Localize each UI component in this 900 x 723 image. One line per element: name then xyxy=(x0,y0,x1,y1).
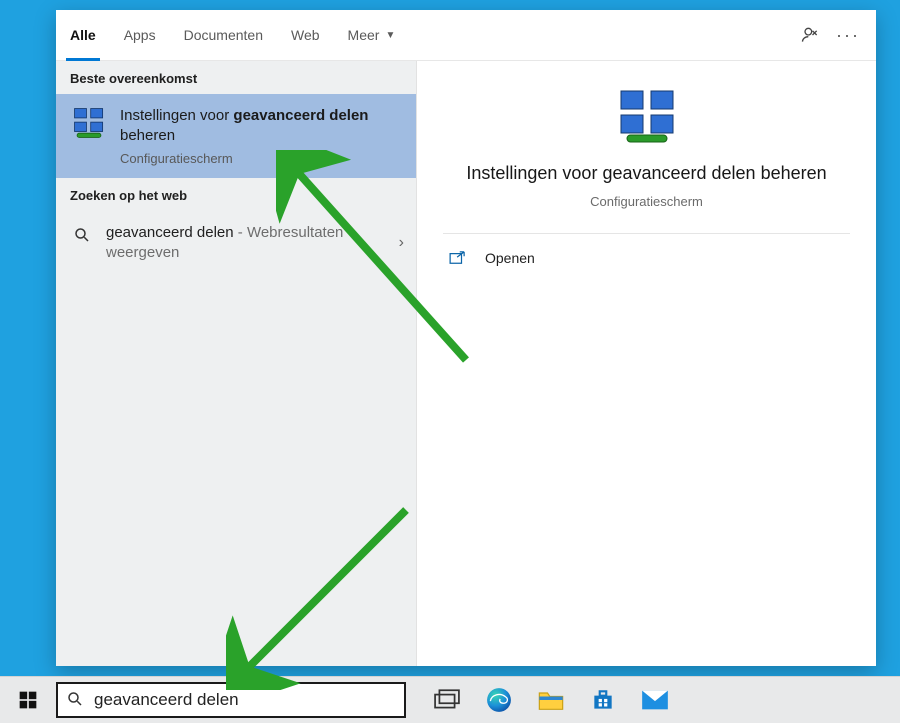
tab-documents[interactable]: Documenten xyxy=(170,10,277,60)
preview-title: Instellingen voor geavanceerd delen behe… xyxy=(466,163,826,184)
web-result-item[interactable]: geavanceerd delen - Webresultaten weerge… xyxy=(56,211,416,276)
edge-browser-icon[interactable] xyxy=(484,685,514,715)
search-icon xyxy=(72,225,92,245)
web-result-text: geavanceerd delen - Webresultaten weerge… xyxy=(106,223,385,264)
chevron-down-icon: ▼ xyxy=(385,30,395,41)
search-tabs: Alle Apps Documenten Web Meer ▼ xyxy=(56,10,409,60)
taskbar xyxy=(0,676,900,723)
file-explorer-icon[interactable] xyxy=(536,685,566,715)
desktop-background: Alle Apps Documenten Web Meer ▼ ··· xyxy=(0,0,900,723)
mail-icon[interactable] xyxy=(640,685,670,715)
action-open-label: Openen xyxy=(485,250,535,266)
tab-more[interactable]: Meer ▼ xyxy=(334,10,410,60)
preview-pane: Instellingen voor geavanceerd delen behe… xyxy=(417,61,876,666)
taskbar-search-input[interactable] xyxy=(92,689,396,711)
microsoft-store-icon[interactable] xyxy=(588,685,618,715)
network-sharing-icon xyxy=(72,106,106,140)
chevron-right-icon[interactable]: › xyxy=(399,234,404,252)
result-title: Instellingen voor geavanceerd delen behe… xyxy=(120,106,402,147)
open-icon xyxy=(449,251,467,265)
tab-all[interactable]: Alle xyxy=(56,10,110,60)
search-icon xyxy=(66,690,84,711)
taskbar-search-box[interactable] xyxy=(56,682,406,718)
preview-subtitle: Configuratiescherm xyxy=(590,194,703,209)
search-tabs-bar: Alle Apps Documenten Web Meer ▼ ··· xyxy=(56,10,876,61)
search-panel: Alle Apps Documenten Web Meer ▼ ··· xyxy=(56,10,876,666)
result-subtitle: Configuratiescherm xyxy=(120,151,402,166)
web-search-header: Zoeken op het web xyxy=(56,178,416,211)
best-match-header: Beste overeenkomst xyxy=(56,61,416,94)
action-open[interactable]: Openen xyxy=(443,234,850,282)
feedback-icon[interactable] xyxy=(798,23,822,47)
start-button[interactable] xyxy=(0,677,56,723)
more-options-icon[interactable]: ··· xyxy=(836,23,860,47)
task-view-icon[interactable] xyxy=(432,685,462,715)
network-sharing-icon xyxy=(617,89,677,145)
taskbar-pinned-apps xyxy=(406,677,670,723)
tab-web[interactable]: Web xyxy=(277,10,334,60)
result-advanced-sharing-settings[interactable]: Instellingen voor geavanceerd delen behe… xyxy=(56,94,416,178)
results-pane: Beste overeenkomst Instelling xyxy=(56,61,417,666)
tab-apps[interactable]: Apps xyxy=(110,10,170,60)
